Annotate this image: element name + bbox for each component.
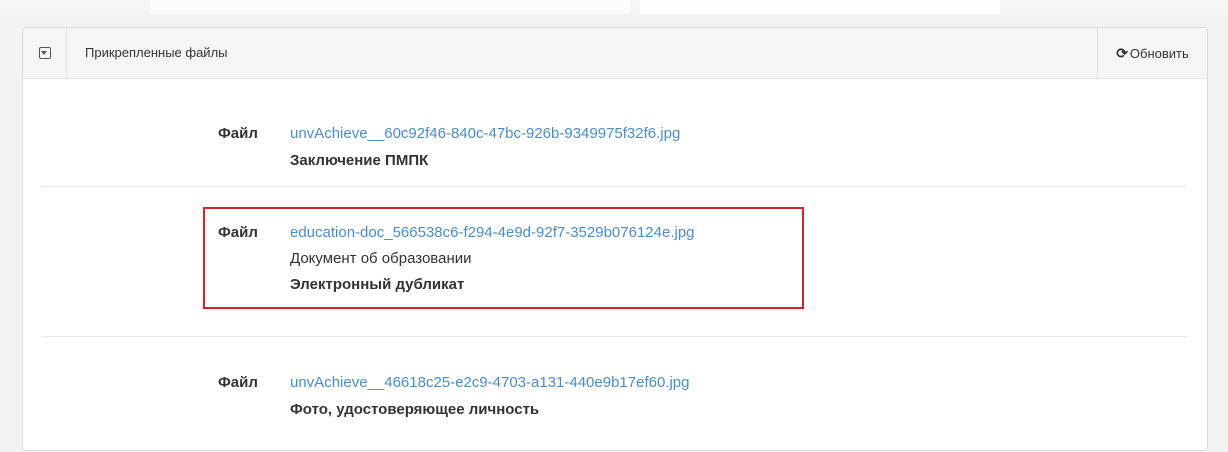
divider xyxy=(41,336,1187,337)
page-background-light xyxy=(150,0,630,14)
collapse-toggle-icon xyxy=(38,47,51,59)
divider xyxy=(41,186,1187,187)
highlight-box xyxy=(203,207,804,309)
page-background-light-2 xyxy=(640,0,1000,14)
refresh-button[interactable]: ⟳ Обновить xyxy=(1097,28,1207,78)
file-label: Файл xyxy=(218,125,258,142)
attached-files-panel: Прикрепленные файлы ⟳ Обновить Файл unvA… xyxy=(22,27,1208,451)
file-label: Файл xyxy=(218,374,258,391)
file-link[interactable]: unvAchieve__60c92f46-840c-47bc-926b-9349… xyxy=(290,125,680,142)
panel-header: Прикрепленные файлы ⟳ Обновить xyxy=(23,28,1207,79)
file-description: Фото, удостоверяющее личность xyxy=(290,401,540,418)
collapse-toggle-button[interactable] xyxy=(23,28,67,78)
file-description: Заключение ПМПК xyxy=(290,152,429,169)
panel-title: Прикрепленные файлы xyxy=(85,45,228,60)
file-link[interactable]: unvAchieve__46618c25-e2c9-4703-a131-440e… xyxy=(290,374,690,391)
refresh-label: Обновить xyxy=(1129,45,1189,61)
refresh-icon: ⟳ xyxy=(1116,44,1128,61)
